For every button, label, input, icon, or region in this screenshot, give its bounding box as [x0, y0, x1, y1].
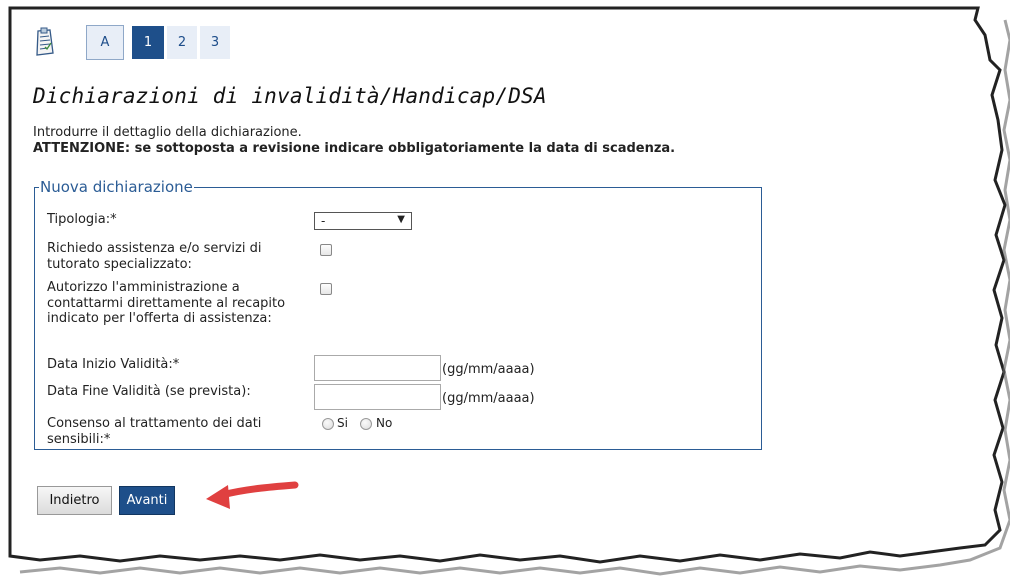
fieldset-legend: Nuova dichiarazione — [40, 178, 193, 196]
red-arrow-icon — [206, 481, 299, 509]
step-bar: A 1 2 3 — [32, 22, 233, 62]
dropdown-arrow-icon: ▼ — [397, 214, 405, 225]
step-1-active[interactable]: 1 — [132, 25, 164, 59]
radio-no-label: No — [376, 416, 393, 430]
data-fine-hint: (gg/mm/aaaa) — [442, 391, 535, 406]
data-inizio-input[interactable] — [314, 355, 441, 381]
radio-no[interactable] — [360, 418, 372, 430]
autorizzo-label: Autorizzo l'amministrazione a contattarm… — [47, 280, 286, 326]
intro-line: Introdurre il dettaglio della dichiarazi… — [33, 125, 302, 140]
next-button[interactable]: Avanti — [119, 486, 175, 515]
step-a[interactable]: A — [86, 24, 124, 60]
clipboard-icon — [32, 27, 56, 57]
intro-text: Introdurre il dettaglio della dichiarazi… — [33, 125, 675, 157]
tipologia-value: - — [321, 214, 326, 228]
page: A 1 2 3 Dichiarazioni di invalidità/Hand… — [0, 0, 1010, 580]
back-button[interactable]: Indietro — [37, 486, 112, 515]
assistenza-checkbox[interactable] — [320, 244, 332, 256]
autorizzo-checkbox[interactable] — [320, 283, 332, 295]
tipologia-label: Tipologia:* — [47, 212, 117, 227]
data-inizio-label: Data Inizio Validità:* — [47, 357, 180, 372]
page-title: Dichiarazioni di invalidità/Handicap/DSA — [33, 84, 547, 108]
radio-si-label: Si — [337, 416, 348, 430]
step-2[interactable]: 2 — [167, 25, 197, 59]
consenso-label: Consenso al trattamento dei dati sensibi… — [47, 416, 262, 447]
warning-line: ATTENZIONE: se sottoposta a revisione in… — [33, 141, 676, 156]
assistenza-label: Richiedo assistenza e/o servizi di tutor… — [47, 241, 262, 272]
data-fine-input[interactable] — [314, 384, 441, 410]
step-3[interactable]: 3 — [200, 25, 230, 59]
data-inizio-hint: (gg/mm/aaaa) — [442, 362, 535, 377]
radio-si[interactable] — [322, 418, 334, 430]
data-fine-label: Data Fine Validità (se prevista): — [47, 384, 251, 399]
tipologia-select[interactable]: - ▼ — [314, 212, 412, 230]
